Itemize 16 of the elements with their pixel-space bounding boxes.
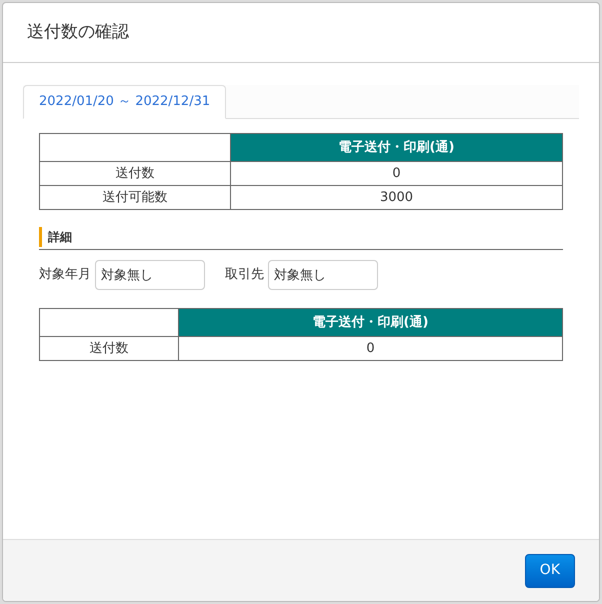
row-header: 送付数 <box>40 336 178 360</box>
column-header: 電子送付・印刷(通) <box>230 134 562 162</box>
table-cell: 3000 <box>230 186 562 210</box>
dialog-title: 送付数の確認 <box>27 20 129 44</box>
table-cell: 0 <box>178 336 562 360</box>
filter-label: 対象年月 <box>39 266 91 284</box>
table-cell: 0 <box>230 162 562 186</box>
filter-field[interactable]: 対象無し <box>95 260 205 290</box>
filter-field[interactable]: 対象無し <box>268 260 378 290</box>
filter-label: 取引先 <box>225 266 264 284</box>
date-range-tab[interactable]: 2022/01/20 ～ 2022/12/31 <box>23 85 226 119</box>
section-heading: 詳細 <box>39 227 72 247</box>
column-header: 電子送付・印刷(通) <box>178 308 562 336</box>
row-header: 送付可能数 <box>40 186 230 210</box>
row-header: 送付数 <box>40 162 230 186</box>
ok-button[interactable]: OK <box>524 554 575 588</box>
